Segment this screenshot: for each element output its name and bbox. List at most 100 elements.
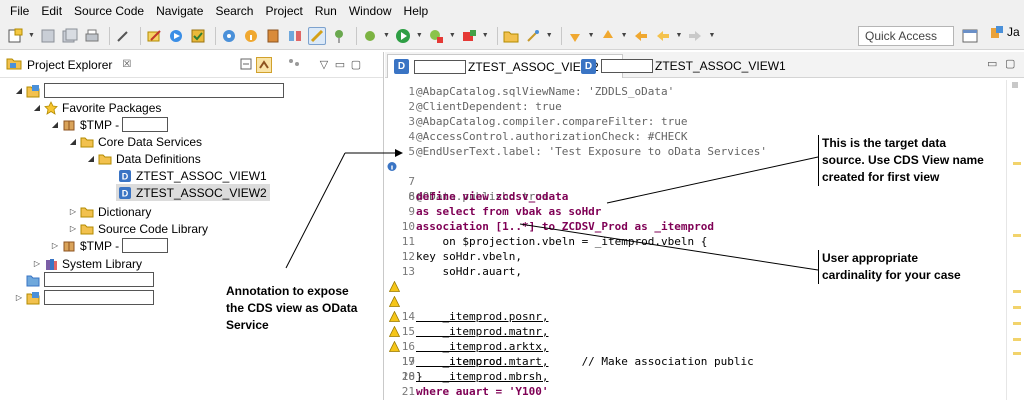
expanded-arrow-icon[interactable]: ◢	[32, 103, 42, 112]
coverage-icon[interactable]	[427, 27, 445, 45]
expanded-arrow-icon[interactable]: ◢	[14, 86, 24, 95]
code-line: 6 @OData.publish: true	[385, 159, 548, 203]
tree-item-core-data-services[interactable]: ◢ Core Data Services	[68, 133, 202, 150]
java-perspective-button[interactable]: Ja	[990, 25, 1020, 39]
activate-icon[interactable]	[167, 27, 185, 45]
forward-icon[interactable]	[686, 27, 704, 45]
menu-window[interactable]: Window	[343, 0, 398, 22]
chevron-down-icon[interactable]: ▼	[449, 32, 456, 39]
chevron-down-icon[interactable]: ▼	[621, 32, 628, 39]
collapsed-arrow-icon[interactable]: ▷	[14, 293, 24, 302]
scroll-up-icon[interactable]	[1012, 82, 1018, 88]
open-folder-icon[interactable]	[502, 27, 520, 45]
minimize-icon[interactable]: ▭	[332, 57, 348, 73]
warning-marker[interactable]	[1013, 338, 1021, 341]
pin-icon[interactable]	[330, 27, 348, 45]
new-icon[interactable]	[6, 27, 24, 45]
warning-marker[interactable]	[1013, 234, 1021, 237]
debug-icon[interactable]	[361, 27, 379, 45]
target-callout: This is the target data source. Use CDS …	[818, 135, 988, 186]
star-icon	[44, 100, 58, 115]
tree-item-view1[interactable]: D ZTEST_ASSOC_VIEW1	[118, 167, 267, 184]
tree-item-tmp-package-2[interactable]: ▷ $TMP -	[50, 237, 169, 254]
code-editor[interactable]: 1 @AbapCatalog.sqlViewName: 'ZDDLS_oData'…	[385, 80, 1003, 400]
warning-marker[interactable]	[1013, 306, 1021, 309]
folder-open-icon	[80, 135, 94, 149]
warning-marker[interactable]	[1013, 290, 1021, 293]
save-icon[interactable]	[39, 27, 57, 45]
expanded-arrow-icon[interactable]: ◢	[68, 137, 78, 146]
filter-icon[interactable]	[286, 57, 302, 73]
save-all-icon[interactable]	[61, 27, 79, 45]
compare-icon[interactable]	[286, 27, 304, 45]
tab-ztest-assoc-view1[interactable]: D ZTEST_ASSOC_VIEW1	[575, 54, 792, 78]
gear-icon[interactable]	[220, 27, 238, 45]
chevron-down-icon[interactable]: ▼	[546, 32, 553, 39]
chevron-down-icon[interactable]: ▼	[383, 32, 390, 39]
tree-item-redacted-1[interactable]	[26, 271, 154, 288]
chevron-down-icon[interactable]: ▼	[482, 32, 489, 39]
warning-marker[interactable]	[1013, 322, 1021, 325]
next-annotation-icon[interactable]	[566, 27, 584, 45]
chevron-down-icon[interactable]: ▼	[708, 32, 715, 39]
tree-item-project[interactable]: ◢	[14, 82, 284, 99]
collapsed-arrow-icon[interactable]: ▷	[32, 259, 42, 268]
menu-edit[interactable]: Edit	[35, 0, 68, 22]
tree-item-redacted-2[interactable]: ▷	[14, 289, 154, 306]
chevron-down-icon[interactable]: ▼	[676, 32, 683, 39]
check-icon[interactable]	[189, 27, 207, 45]
view-menu-icon[interactable]: ▽	[316, 57, 332, 73]
menu-help[interactable]: Help	[398, 0, 435, 22]
collapsed-arrow-icon[interactable]: ▷	[68, 207, 78, 216]
quick-access-input[interactable]	[858, 26, 954, 46]
collapse-all-icon[interactable]	[238, 57, 254, 73]
code-text: soHdr.auart,	[416, 265, 522, 278]
overview-ruler[interactable]	[1006, 80, 1024, 400]
tree-item-favorite-packages[interactable]: ◢ Favorite Packages	[32, 99, 161, 116]
menu-file[interactable]: File	[4, 0, 35, 22]
expanded-arrow-icon[interactable]: ◢	[50, 120, 60, 129]
collapsed-arrow-icon[interactable]: ▷	[50, 241, 60, 250]
chevron-down-icon[interactable]: ▼	[416, 32, 423, 39]
tree-item-data-definitions[interactable]: ◢ Data Definitions	[86, 150, 201, 167]
back-icon[interactable]	[654, 27, 672, 45]
close-icon[interactable]: ☒	[122, 59, 131, 70]
redacted-item-name	[44, 290, 154, 305]
maximize-icon[interactable]: ▢	[348, 57, 364, 73]
code-text: _itemprod.mbrsh,	[416, 370, 549, 383]
menu-project[interactable]: Project	[259, 0, 308, 22]
print-icon[interactable]	[83, 27, 101, 45]
expanded-arrow-icon[interactable]: ◢	[86, 154, 96, 163]
menu-search[interactable]: Search	[209, 0, 259, 22]
info-icon[interactable]	[242, 27, 260, 45]
open-perspective-icon[interactable]	[962, 28, 978, 44]
warning-marker[interactable]	[1013, 162, 1021, 165]
prev-annotation-icon[interactable]	[599, 27, 617, 45]
wand-icon[interactable]	[114, 27, 132, 45]
menu-navigate[interactable]: Navigate	[150, 0, 209, 22]
tree-item-dictionary[interactable]: ▷ Dictionary	[68, 203, 151, 220]
link-with-editor-icon[interactable]	[256, 57, 272, 73]
line-number: 11	[401, 235, 415, 248]
line-number: 2	[408, 100, 415, 113]
code-line: 18 _itemprod.mbrsh,	[385, 339, 548, 383]
last-edit-icon[interactable]	[632, 27, 650, 45]
highlight-icon[interactable]	[307, 26, 326, 45]
menu-run[interactable]: Run	[309, 0, 343, 22]
search-icon[interactable]	[524, 27, 542, 45]
chevron-down-icon[interactable]: ▼	[28, 32, 35, 39]
run-icon[interactable]	[394, 27, 412, 45]
tree-item-system-library[interactable]: ▷ System Library	[32, 255, 142, 272]
tree-item-source-code-library[interactable]: ▷ Source Code Library	[68, 220, 208, 237]
tree-item-view2[interactable]: D ZTEST_ASSOC_VIEW2	[116, 184, 270, 201]
maximize-icon[interactable]: ▢	[1005, 57, 1015, 70]
menu-source-code[interactable]: Source Code	[68, 0, 150, 22]
minimize-icon[interactable]: ▭	[987, 57, 997, 70]
tree-item-tmp-package[interactable]: ◢ $TMP -	[50, 116, 169, 133]
external-tools-icon[interactable]	[460, 27, 478, 45]
collapsed-arrow-icon[interactable]: ▷	[68, 224, 78, 233]
chevron-down-icon[interactable]: ▼	[588, 32, 595, 39]
warning-marker[interactable]	[1013, 352, 1021, 355]
bookmark-icon[interactable]	[264, 27, 282, 45]
edit-icon[interactable]	[145, 27, 163, 45]
